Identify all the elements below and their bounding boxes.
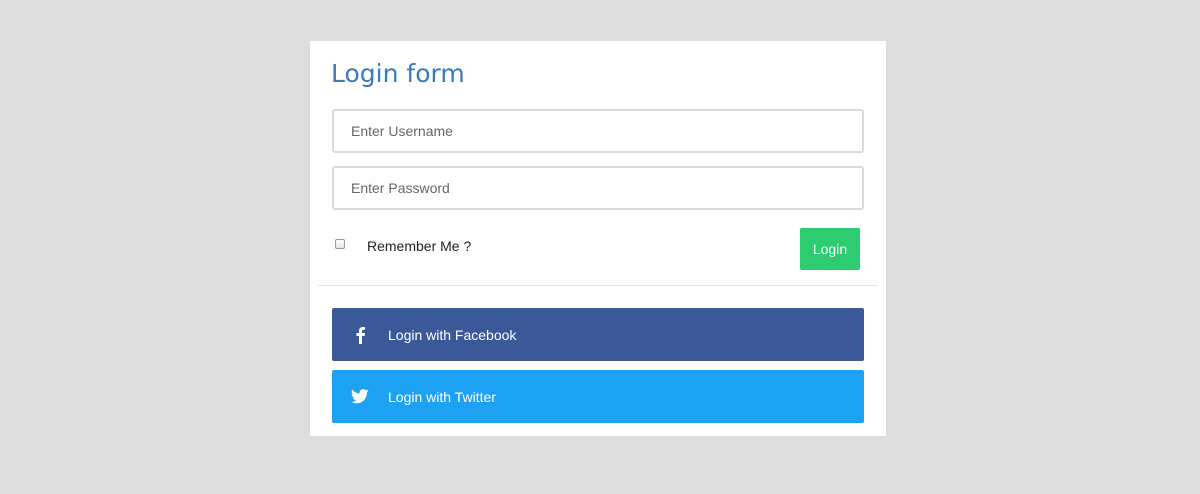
divider — [318, 285, 878, 286]
remember-me-checkbox[interactable] — [335, 239, 345, 249]
username-input[interactable] — [332, 109, 864, 153]
login-button[interactable]: Login — [800, 228, 860, 270]
facebook-icon — [332, 308, 388, 361]
twitter-icon — [332, 370, 388, 423]
facebook-login-label: Login with Facebook — [388, 326, 517, 343]
password-input[interactable] — [332, 166, 864, 210]
remember-me-label: Remember Me ? — [367, 238, 472, 254]
twitter-login-button[interactable]: Login with Twitter — [332, 370, 864, 423]
form-title: Login form — [331, 59, 465, 88]
twitter-login-label: Login with Twitter — [388, 388, 496, 405]
facebook-login-button[interactable]: Login with Facebook — [332, 308, 864, 361]
login-card: Login form Remember Me ? Login Login wit… — [310, 41, 886, 436]
